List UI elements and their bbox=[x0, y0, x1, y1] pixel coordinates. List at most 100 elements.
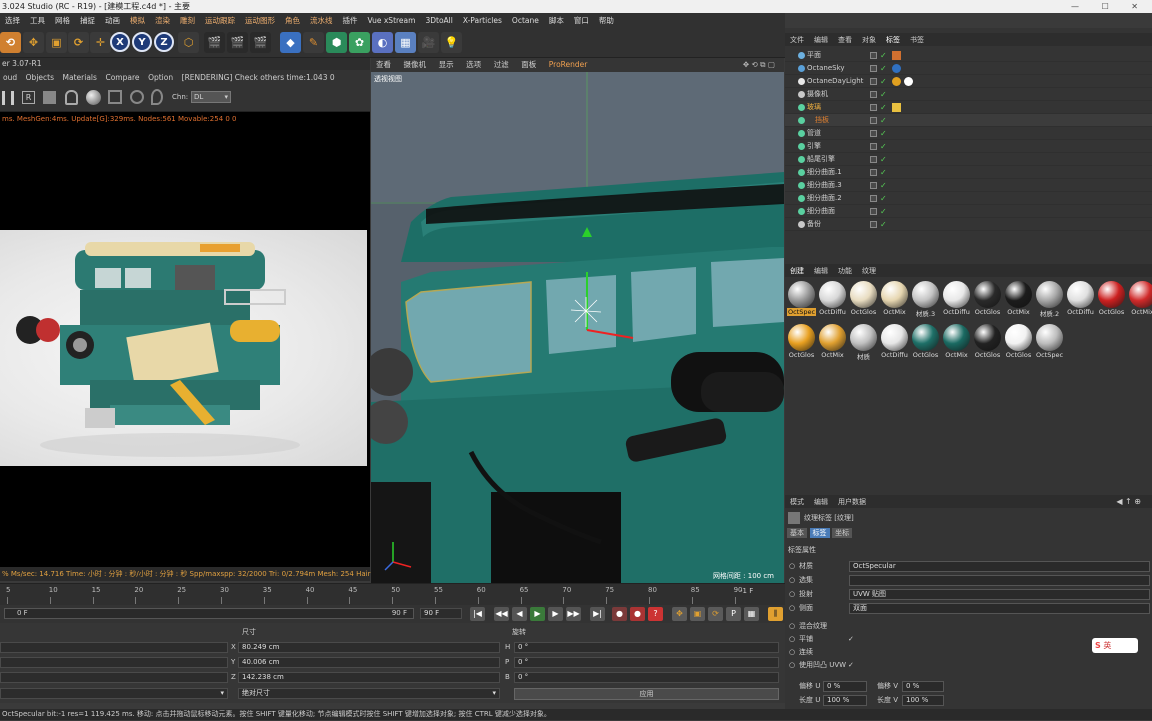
material-swatch[interactable]: 材质.2 bbox=[1035, 279, 1064, 320]
enable-check-icon[interactable]: ✓ bbox=[880, 49, 887, 62]
menu-item-18[interactable]: 窗口 bbox=[574, 16, 589, 25]
cube-primitive-icon[interactable]: ◆ bbox=[280, 32, 301, 53]
checkbox[interactable]: ✓ bbox=[848, 633, 856, 643]
next-frame-icon[interactable]: ▶ bbox=[548, 607, 563, 621]
check-radio-icon[interactable]: ○ bbox=[789, 633, 795, 646]
size-field[interactable]: 80.249 cm bbox=[238, 642, 500, 653]
object-row[interactable]: 细分曲面.1 ✓ bbox=[785, 166, 1152, 179]
object-row[interactable]: OctaneSky ✓ bbox=[785, 62, 1152, 75]
menu-item-15[interactable]: X-Particles bbox=[463, 16, 502, 25]
menu-item-5[interactable]: 模拟 bbox=[130, 16, 145, 25]
check-radio-icon[interactable]: ○ bbox=[789, 620, 795, 633]
octane-menu-cloud[interactable]: oud bbox=[3, 73, 17, 82]
prop-radio-icon[interactable]: ○ bbox=[789, 560, 795, 573]
material-swatch[interactable]: OctDiffu bbox=[880, 322, 909, 363]
prev-key-icon[interactable]: ◀◀ bbox=[494, 607, 509, 621]
channel-select[interactable]: DL ▾ bbox=[191, 91, 231, 103]
next-key-icon[interactable]: ▶▶ bbox=[566, 607, 581, 621]
object-row[interactable]: 挡板 ✓ bbox=[785, 114, 1152, 127]
size-mode-select[interactable]: 绝对尺寸 ▾ bbox=[238, 688, 500, 699]
prop-field[interactable] bbox=[849, 575, 1150, 586]
perspective-viewport[interactable]: 透视视图 网格间距 : 100 cm bbox=[371, 72, 784, 583]
material-swatch[interactable]: OctDiffu bbox=[818, 279, 847, 320]
key-rotate-icon[interactable]: ⟳ bbox=[708, 607, 723, 621]
object-row[interactable]: 引擎 ✓ bbox=[785, 140, 1152, 153]
object-tab-0[interactable]: 文件 bbox=[790, 36, 804, 44]
key-param-icon[interactable]: P bbox=[726, 607, 741, 621]
play-icon[interactable]: ▶ bbox=[530, 607, 545, 621]
prev-frame-icon[interactable]: ◀ bbox=[512, 607, 527, 621]
enable-check-icon[interactable]: ✓ bbox=[880, 114, 887, 127]
deformer-icon[interactable]: ◐ bbox=[372, 32, 393, 53]
menu-item-7[interactable]: 雕刻 bbox=[180, 16, 195, 25]
tag-tab-coords[interactable]: 坐标 bbox=[832, 528, 853, 538]
object-row[interactable]: 细分曲面.3 ✓ bbox=[785, 179, 1152, 192]
material-tab-1[interactable]: 编辑 bbox=[814, 267, 828, 275]
menu-item-9[interactable]: 运动图形 bbox=[245, 16, 275, 25]
material-tab-2[interactable]: 功能 bbox=[838, 267, 852, 275]
menu-item-12[interactable]: 插件 bbox=[343, 16, 358, 25]
material-swatch[interactable]: OctGlos bbox=[973, 279, 1002, 320]
object-row[interactable]: 管道 ✓ bbox=[785, 127, 1152, 140]
visibility-toggle[interactable] bbox=[870, 104, 877, 111]
render-view-icon[interactable]: 🎬 bbox=[227, 32, 248, 53]
enable-check-icon[interactable]: ✓ bbox=[880, 153, 887, 166]
visibility-toggle[interactable] bbox=[870, 117, 877, 124]
material-swatch[interactable]: 材质.3 bbox=[911, 279, 940, 320]
viewport-menu-panel[interactable]: 面板 bbox=[521, 60, 536, 69]
enable-check-icon[interactable]: ✓ bbox=[880, 179, 887, 192]
viewport-menu-filter[interactable]: 过滤 bbox=[494, 60, 509, 69]
prop-radio-icon[interactable]: ○ bbox=[789, 588, 795, 601]
material-swatch[interactable]: OctGlos bbox=[911, 322, 940, 363]
material-swatch[interactable]: OctSpec bbox=[1035, 322, 1064, 363]
pick-icon[interactable] bbox=[151, 89, 163, 105]
cloner-icon[interactable]: ✿ bbox=[349, 32, 370, 53]
region-icon[interactable] bbox=[108, 90, 122, 104]
go-to-end-icon[interactable]: ▶| bbox=[590, 607, 605, 621]
ime-indicator[interactable]: S 英 bbox=[1092, 638, 1138, 653]
enable-check-icon[interactable]: ✓ bbox=[880, 62, 887, 75]
material-swatch[interactable]: OctMix bbox=[880, 279, 909, 320]
menu-item-10[interactable]: 角色 bbox=[285, 16, 300, 25]
object-row[interactable]: 细分曲面.2 ✓ bbox=[785, 192, 1152, 205]
object-row[interactable]: 玻璃 ✓ bbox=[785, 101, 1152, 114]
restart-icon[interactable]: R bbox=[22, 91, 35, 104]
prop-radio-icon[interactable]: ○ bbox=[789, 602, 795, 615]
keyframe-help-icon[interactable]: ? bbox=[648, 607, 663, 621]
menu-item-1[interactable]: 工具 bbox=[30, 16, 45, 25]
offset-field[interactable]: 0 % bbox=[902, 681, 944, 692]
checkbox[interactable]: ✓ bbox=[848, 659, 856, 669]
viewport-menu-display[interactable]: 显示 bbox=[439, 60, 454, 69]
visibility-toggle[interactable] bbox=[870, 52, 877, 59]
size-field[interactable]: 142.238 cm bbox=[238, 672, 500, 683]
octane-tag-icon[interactable] bbox=[892, 64, 901, 73]
lock-icon[interactable] bbox=[65, 90, 78, 105]
coordinate-system-icon[interactable]: ⬡ bbox=[178, 32, 199, 53]
frame-range-slider[interactable]: 0 F 90 F bbox=[4, 608, 414, 619]
position-field[interactable] bbox=[0, 642, 228, 653]
visibility-toggle[interactable] bbox=[870, 169, 877, 176]
menu-item-2[interactable]: 网格 bbox=[55, 16, 70, 25]
visibility-toggle[interactable] bbox=[870, 91, 877, 98]
object-tab-3[interactable]: 对象 bbox=[862, 36, 876, 44]
material-tag-icon[interactable] bbox=[892, 103, 901, 112]
octane-menu-objects[interactable]: Objects bbox=[26, 73, 54, 82]
viewport-nav-icons[interactable]: ✥ ⟲ ⧉ ▢ bbox=[743, 58, 775, 72]
pen-tool-icon[interactable]: ✎ bbox=[303, 32, 324, 53]
apply-button[interactable]: 应用 bbox=[514, 688, 779, 700]
x-axis-lock-icon[interactable]: X bbox=[110, 32, 130, 52]
rotation-field[interactable]: 0 ° bbox=[514, 672, 779, 683]
visibility-toggle[interactable] bbox=[870, 195, 877, 202]
menu-item-3[interactable]: 捕捉 bbox=[80, 16, 95, 25]
record-icon[interactable]: ● bbox=[612, 607, 627, 621]
octane-menu-option[interactable]: Option bbox=[148, 73, 173, 82]
position-field[interactable] bbox=[0, 672, 228, 683]
attr-nav-icons[interactable]: ◀ ↑ ⊕ bbox=[1116, 495, 1141, 508]
attr-tab-2[interactable]: 用户数据 bbox=[838, 498, 866, 506]
tag-tab-tag[interactable]: 标签 bbox=[809, 528, 830, 538]
object-tab-2[interactable]: 查看 bbox=[838, 36, 852, 44]
render-region-icon[interactable]: 🎬 bbox=[204, 32, 225, 53]
viewport-menu-view[interactable]: 查看 bbox=[376, 60, 391, 69]
check-radio-icon[interactable]: ○ bbox=[789, 659, 795, 672]
material-swatch[interactable]: OctGlos bbox=[787, 322, 816, 363]
